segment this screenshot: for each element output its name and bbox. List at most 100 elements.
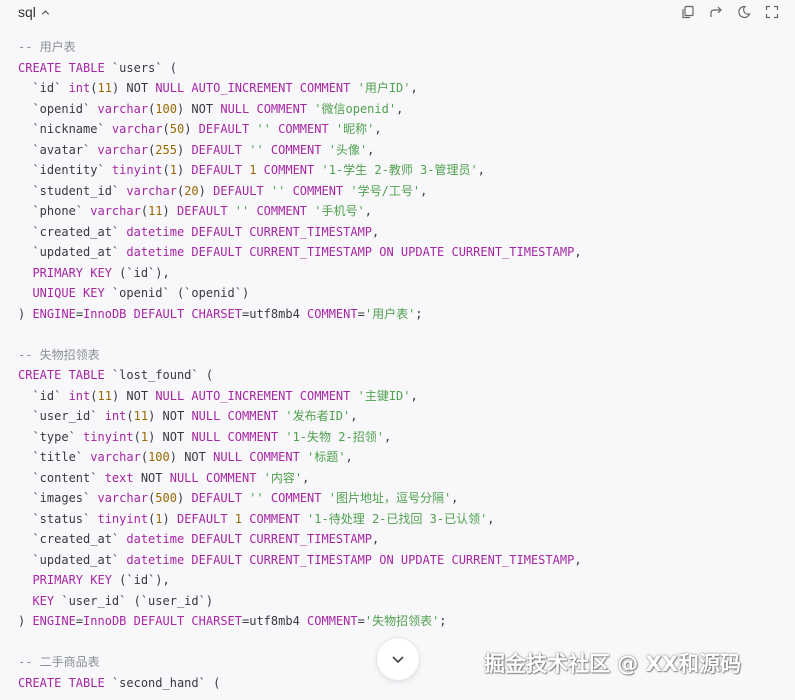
code-keyword: NULL COMMENT [191,429,286,444]
code-text: `id` [18,388,69,403]
code-text: , [487,511,495,526]
code-keyword: PRIMARY KEY [32,265,120,280]
code-keyword: DEFAULT [198,122,257,136]
code-line: ) ENGINE=InnoDB DEFAULT CHARSET=utf8mb4 … [18,611,582,632]
code-keyword: tinyint [83,429,134,444]
code-keyword: KEY [32,593,62,608]
code-string: '图片地址，逗号分隔' [328,491,452,505]
code-text: , [364,204,372,218]
code-text: `openid` [18,101,98,116]
expand-icon [765,5,779,19]
code-text: = [75,306,84,321]
code-string: '' [249,491,271,505]
share-icon [710,6,722,17]
code-number: 255 [155,142,177,157]
code-text: `second_hand` ( [111,675,221,690]
code-keyword: DEFAULT [213,183,271,198]
code-block-header: sql [0,0,795,24]
code-line: `updated_at` datetime DEFAULT CURRENT_TI… [18,550,582,571]
code-text: `updated_at` [18,552,127,567]
code-line: `status` tinyint(1) DEFAULT 1 COMMENT '1… [18,509,582,530]
code-text: , [410,81,418,95]
code-text: ) [176,163,192,177]
code-text: , [396,101,404,116]
code-text: `openid` (`openid`) [111,286,250,300]
code-text: `identity` [18,163,112,177]
code-text: ) NOT [176,101,221,116]
code-line: `type` tinyint(1) NOT NULL COMMENT '1-失物… [18,427,582,448]
code-line: `identity` tinyint(1) DEFAULT 1 COMMENT … [18,160,582,181]
code-keyword: InnoDB DEFAULT CHARSET [83,306,242,321]
code-keyword: DEFAULT [176,511,235,526]
theme-button[interactable] [735,3,753,21]
sql-code-block[interactable]: -- 用户表 CREATE TABLE `users` ( `id` int(11… [18,37,582,693]
code-text: `content` [18,470,105,485]
code-line: PRIMARY KEY (`id`), [18,570,582,591]
code-text: , [420,183,428,198]
copy-button[interactable] [679,3,697,21]
code-keyword: varchar [97,491,149,505]
code-string: '用户ID' [357,81,411,95]
code-text: `title` [18,450,91,464]
code-text: , [367,142,375,157]
code-line: CREATE TABLE `lost_found` ( [18,365,582,386]
watermark: 掘金技术社区 @ XX和源码 [484,652,742,676]
code-string: '' [256,122,279,136]
chevron-down-icon [392,656,404,664]
code-number: 11 [97,388,112,403]
code-keyword: datetime DEFAULT CURRENT_TIMESTAMP [126,224,373,239]
code-text: ) NOT [169,450,214,464]
code-keyword: CREATE TABLE [18,675,112,690]
expand-button[interactable] [763,3,781,21]
code-keyword: NULL COMMENT [169,470,264,485]
code-line: `id` int(11) NOT NULL AUTO_INCREMENT COM… [18,386,582,407]
code-keyword: NULL COMMENT [220,101,315,116]
code-text: ; [439,614,447,628]
code-line: `title` varchar(100) NOT NULL COMMENT '标… [18,447,582,468]
code-text: `users` ( [111,60,177,75]
code-line: -- 失物招领表 [18,345,582,366]
code-string: '学号/工号' [350,183,421,198]
code-text: `student_id` [18,183,127,198]
code-keyword: varchar [111,122,163,136]
code-number: 11 [133,409,149,423]
share-button[interactable] [707,3,725,21]
scroll-down-button[interactable] [376,637,420,681]
code-number: 1 [169,163,177,177]
code-keyword: text [104,470,134,485]
code-text: ) [18,614,33,628]
code-line: `id` int(11) NOT NULL AUTO_INCREMENT COM… [18,78,582,99]
code-text: , [574,552,582,567]
code-keyword: CREATE TABLE [18,60,112,75]
code-text: ( [162,122,170,136]
code-keyword: CREATE TABLE [18,368,112,382]
code-keyword: COMMENT [270,142,329,157]
code-line: ) ENGINE=InnoDB DEFAULT CHARSET=utf8mb4 … [18,304,582,325]
code-keyword: NULL AUTO_INCREMENT COMMENT [155,388,358,403]
code-text: = [75,614,84,628]
code-number: 50 [169,122,185,136]
code-keyword: datetime DEFAULT CURRENT_TIMESTAMP [126,532,373,546]
code-string: '1-失物 2-招领' [285,429,384,444]
code-text: `nickname` [18,122,112,136]
code-line: `images` varchar(500) DEFAULT '' COMMENT… [18,488,582,509]
code-keyword: datetime DEFAULT CURRENT_TIMESTAMP ON UP… [126,245,575,259]
language-toggle[interactable]: sql [18,4,51,20]
code-keyword: varchar [97,101,149,116]
code-string: '' [249,142,271,157]
code-number: 1 [140,429,149,444]
code-keyword: DEFAULT [191,491,250,505]
code-number: 100 [148,450,170,464]
code-text: ) [176,142,192,157]
code-text: =utf8mb4 [242,614,308,628]
code-string: '发布者ID' [285,409,351,423]
code-keyword: PRIMARY KEY [32,573,120,587]
code-text: , [574,245,582,259]
code-keyword: varchar [97,142,149,157]
code-number: 500 [155,491,177,505]
code-text: NOT [133,470,170,485]
code-text: `lost_found` ( [111,368,214,382]
